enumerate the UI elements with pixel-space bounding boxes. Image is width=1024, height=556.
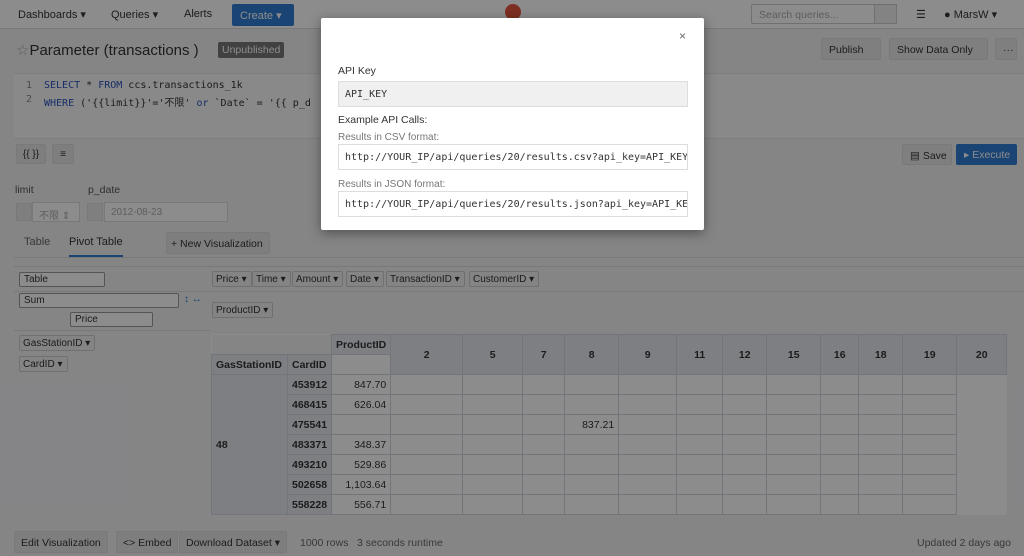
api-key-modal: × API Key API_KEY Example API Calls: Res… [321,18,704,230]
api-key-field[interactable]: API_KEY [338,81,688,107]
csv-url-field[interactable]: http://YOUR_IP/api/queries/20/results.cs… [338,144,688,170]
api-key-label: API Key [338,65,376,77]
close-icon[interactable]: × [679,29,686,43]
csv-format-label: Results in CSV format: [338,132,440,143]
json-format-label: Results in JSON format: [338,179,446,190]
example-api-calls-label: Example API Calls: [338,114,428,126]
json-url-field[interactable]: http://YOUR_IP/api/queries/20/results.js… [338,191,688,217]
